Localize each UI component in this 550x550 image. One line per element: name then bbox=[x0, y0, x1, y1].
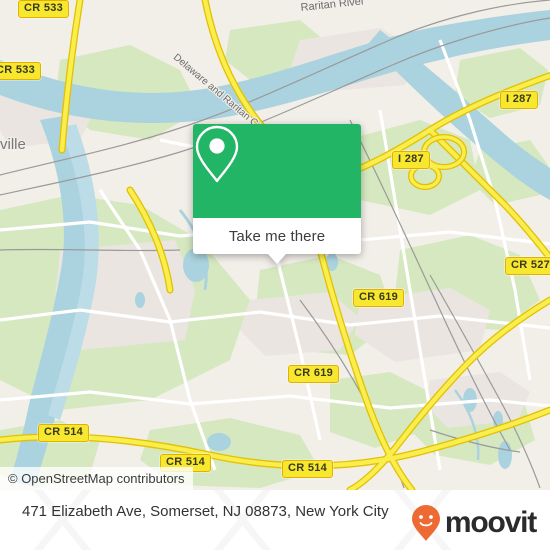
popup-pointer bbox=[268, 254, 286, 264]
road-shield-cr514-left[interactable]: CR 514 bbox=[38, 424, 90, 442]
osm-attribution[interactable]: © OpenStreetMap contributors bbox=[0, 467, 193, 490]
road-shield-cr619-lower[interactable]: CR 619 bbox=[288, 365, 340, 383]
screenshot-root: Raritan River Delaware and Raritan Canal… bbox=[0, 0, 550, 550]
map-canvas[interactable]: Raritan River Delaware and Raritan Canal… bbox=[0, 0, 550, 490]
popup-footer[interactable]: Take me there bbox=[193, 218, 361, 264]
map-label-place-ville: ville bbox=[0, 136, 26, 153]
take-me-there-label: Take me there bbox=[228, 227, 326, 245]
moovit-pin-icon bbox=[411, 505, 440, 541]
road-shield-i287-topright[interactable]: I 287 bbox=[500, 91, 538, 109]
road-shield-cr527[interactable]: CR 527 bbox=[505, 257, 550, 275]
road-shield-cr619-upper[interactable]: CR 619 bbox=[353, 289, 405, 307]
road-shield-cr533-top[interactable]: CR 533 bbox=[18, 0, 70, 18]
location-pin-icon bbox=[195, 125, 239, 183]
moovit-logo[interactable]: moovit bbox=[411, 504, 537, 542]
moovit-wordmark: moovit bbox=[444, 506, 537, 539]
road-shield-i287-mid[interactable]: I 287 bbox=[392, 151, 430, 169]
road-shield-cr533-left[interactable]: CR 533 bbox=[0, 62, 42, 80]
map-popup-card[interactable]: Take me there bbox=[193, 124, 361, 264]
address-text: 471 Elizabeth Ave, Somerset, NJ 08873, N… bbox=[22, 503, 389, 520]
road-shield-cr514-right[interactable]: CR 514 bbox=[282, 460, 334, 478]
footer-bar: 471 Elizabeth Ave, Somerset, NJ 08873, N… bbox=[0, 490, 550, 550]
popup-header bbox=[193, 124, 361, 218]
